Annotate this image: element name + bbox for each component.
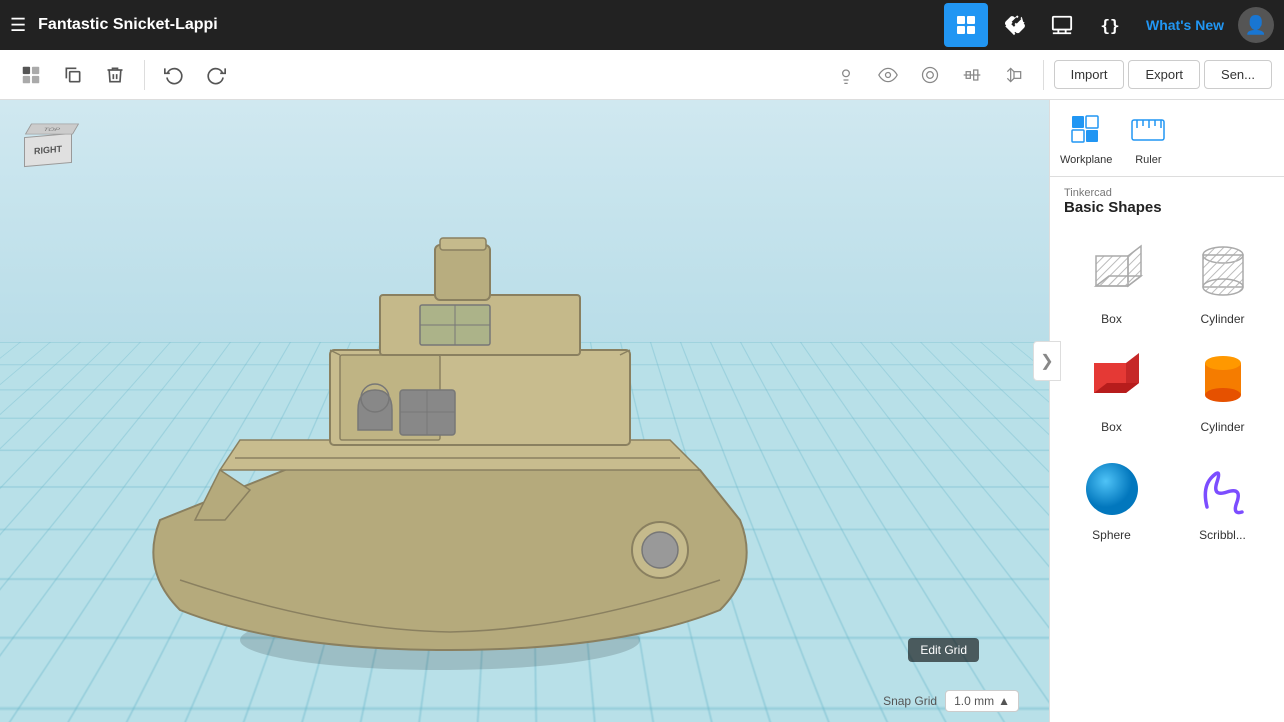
right-panel: Workplane Ruler Tinkercad <box>1049 100 1284 722</box>
gallery-btn[interactable] <box>1040 3 1084 47</box>
shape-box-ghost[interactable]: Box <box>1060 232 1163 332</box>
snap-grid-label: Snap Grid <box>883 694 937 708</box>
align-btn[interactable] <box>953 56 991 94</box>
shape-box-ghost-label: Box <box>1101 312 1122 326</box>
hide-btn[interactable] <box>869 56 907 94</box>
panel-tools: Workplane Ruler <box>1050 100 1284 177</box>
add-object-btn[interactable] <box>12 56 50 94</box>
project-title: Fantastic Snicket-Lappi <box>38 16 944 34</box>
workplane-icon <box>1066 110 1106 150</box>
code-btn[interactable]: {} <box>1088 3 1132 47</box>
shape-cylinder-ghost-thumb <box>1183 238 1263 308</box>
export-btn[interactable]: Export <box>1128 60 1200 89</box>
shape-sphere[interactable]: Sphere <box>1060 448 1163 548</box>
view-cube[interactable]: RIGHT TOP <box>20 120 80 190</box>
toolbar-right: Import Export Sen... <box>827 56 1272 94</box>
shape-sphere-label: Sphere <box>1092 528 1131 542</box>
workplane-tool[interactable]: Workplane <box>1060 110 1112 166</box>
shape-box-ghost-thumb <box>1072 238 1152 308</box>
boat-3d-model <box>80 150 880 710</box>
user-avatar[interactable]: 👤 <box>1238 7 1274 43</box>
snap-up-icon: ▲ <box>998 694 1010 708</box>
ruler-label: Ruler <box>1135 154 1161 166</box>
shape-cylinder-ghost-label: Cylinder <box>1200 312 1244 326</box>
group-btn[interactable] <box>911 56 949 94</box>
duplicate-btn[interactable] <box>54 56 92 94</box>
snap-grid-bar: Snap Grid 1.0 mm ▲ <box>883 690 1019 712</box>
shape-box-solid[interactable]: Box <box>1060 340 1163 440</box>
shape-sphere-thumb <box>1072 454 1152 524</box>
toolbar: Import Export Sen... <box>0 50 1284 100</box>
shape-scribble-label: Scribbl... <box>1199 528 1246 542</box>
nav-icons: {} What's New 👤 <box>944 3 1274 47</box>
divider-2 <box>1043 60 1044 90</box>
shape-cylinder-ghost[interactable]: Cylinder <box>1171 232 1274 332</box>
workplane-label: Workplane <box>1060 154 1112 166</box>
shape-box-solid-label: Box <box>1101 420 1122 434</box>
panel-collapse-btn[interactable]: ❯ <box>1033 341 1061 381</box>
snap-grid-value-btn[interactable]: 1.0 mm ▲ <box>945 690 1019 712</box>
ruler-tool[interactable]: Ruler <box>1128 110 1168 166</box>
grid-view-btn[interactable] <box>944 3 988 47</box>
shape-cylinder-solid-label: Cylinder <box>1200 420 1244 434</box>
shapes-header: Tinkercad Basic Shapes <box>1050 177 1284 222</box>
lights-btn[interactable] <box>827 56 865 94</box>
shapes-source: Tinkercad <box>1064 187 1270 199</box>
main-area: RIGHT TOP <box>0 100 1284 722</box>
shape-box-solid-thumb <box>1072 346 1152 416</box>
delete-btn[interactable] <box>96 56 134 94</box>
redo-btn[interactable] <box>197 56 235 94</box>
undo-btn[interactable] <box>155 56 193 94</box>
shape-cylinder-solid-thumb <box>1183 346 1263 416</box>
ruler-icon <box>1128 110 1168 150</box>
edit-grid-btn[interactable]: Edit Grid <box>908 638 979 662</box>
menu-icon[interactable]: ☰ <box>10 15 26 36</box>
shapes-title: Basic Shapes <box>1064 199 1270 216</box>
cube-right-face: RIGHT <box>34 144 62 156</box>
divider-1 <box>144 60 145 90</box>
shape-cylinder-solid[interactable]: Cylinder <box>1171 340 1274 440</box>
shape-scribble[interactable]: Scribbl... <box>1171 448 1274 548</box>
build-btn[interactable] <box>992 3 1036 47</box>
shapes-grid: Box Cylinder <box>1050 222 1284 558</box>
send-btn[interactable]: Sen... <box>1204 60 1272 89</box>
shape-scribble-thumb <box>1183 454 1263 524</box>
viewport[interactable]: RIGHT TOP <box>0 100 1049 722</box>
top-nav: ☰ Fantastic Snicket-Lappi {} What's New … <box>0 0 1284 50</box>
flip-btn[interactable] <box>995 56 1033 94</box>
whats-new-link[interactable]: What's New <box>1146 17 1224 33</box>
import-btn[interactable]: Import <box>1054 60 1125 89</box>
